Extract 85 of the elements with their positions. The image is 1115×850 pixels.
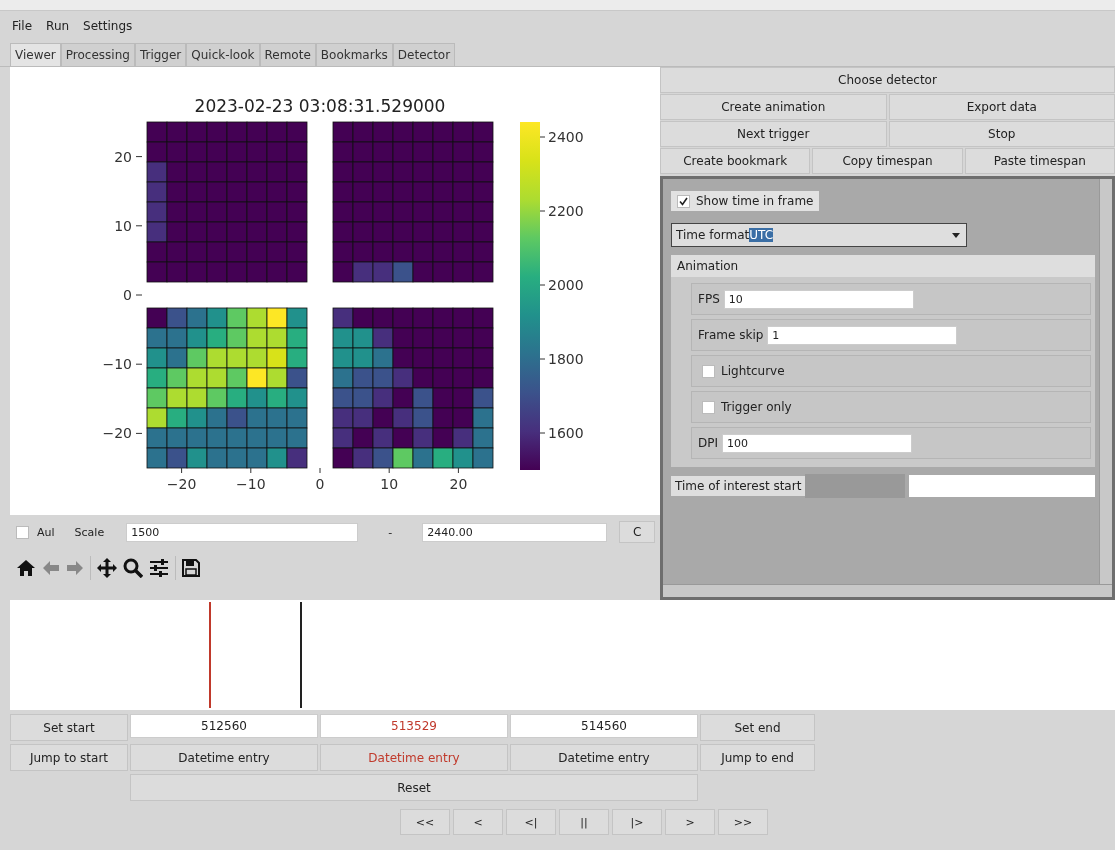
x-tick: −10 [236, 467, 266, 492]
max-field[interactable]: 2440.00 [422, 522, 608, 542]
checkbox-label: Trigger only [721, 400, 792, 414]
menu-item[interactable]: Settings [83, 19, 133, 37]
checkbox[interactable] [677, 194, 690, 208]
colorbar-tick: 1600 [539, 425, 584, 441]
tab[interactable]: Bookmarks [315, 43, 393, 66]
dropdown-caret-icon[interactable] [952, 232, 960, 238]
field-label: DPI [698, 436, 718, 450]
save-icon[interactable] [182, 559, 200, 577]
sliders-icon[interactable] [149, 559, 169, 577]
menu-item[interactable]: File [12, 19, 33, 37]
playback-button[interactable]: >> [718, 809, 768, 835]
action-button[interactable]: Stop [888, 121, 1115, 147]
y-tick: 20 [114, 148, 143, 165]
action-button[interactable]: Choose detector [660, 67, 1115, 93]
tab[interactable]: Viewer [10, 43, 61, 66]
vertical-scrollbar[interactable] [1099, 179, 1112, 584]
action-button[interactable]: Next trigger [660, 121, 887, 147]
checkbox[interactable] [16, 525, 29, 539]
playback-button[interactable]: <| [506, 809, 556, 835]
field-label: Time of interest start [671, 476, 806, 496]
playback-button[interactable]: > [665, 809, 715, 835]
x-tick: −20 [166, 467, 197, 492]
action-button[interactable]: Export data [888, 94, 1115, 120]
jump-to-end-button[interactable]: Jump to end [700, 744, 815, 771]
y-tick: 0 [123, 287, 143, 303]
pan-icon[interactable] [97, 558, 117, 578]
input-field[interactable]: 10 [723, 289, 914, 309]
field-label: FPS [698, 292, 720, 306]
jump-to-start-button[interactable]: Jump to start [10, 744, 128, 771]
frame-field[interactable]: 514560 [510, 714, 698, 738]
x-tick: 10 [380, 467, 399, 492]
x-tick: 0 [315, 467, 325, 492]
time-format-dropdown[interactable]: Time formatUTC [671, 223, 967, 247]
home-icon[interactable] [16, 559, 36, 577]
set-end-button[interactable]: Set end [700, 714, 815, 741]
range-separator: - [388, 525, 393, 539]
y-tick: −20 [102, 425, 143, 442]
checkbox-label: Show time in frame [696, 194, 814, 208]
checkbox[interactable] [702, 400, 715, 414]
min-field[interactable]: 1500 [126, 522, 359, 542]
input-field[interactable] [909, 475, 1095, 497]
tab[interactable]: Trigger [134, 43, 187, 66]
tab[interactable]: Remote [259, 43, 316, 66]
menu-item[interactable]: Run [46, 19, 70, 37]
datetime-button[interactable]: Datetime entry [130, 744, 318, 771]
field-label: Frame skip [698, 328, 764, 342]
action-button[interactable]: Create bookmark [660, 148, 811, 174]
colorbar-tick: 1800 [539, 351, 584, 367]
tab[interactable]: Detector [392, 43, 456, 66]
datetime-button[interactable]: Datetime entry [320, 744, 508, 771]
tab[interactable]: Quick-look [186, 43, 260, 66]
colorbar-tick: 2200 [539, 203, 584, 219]
input-field[interactable]: 1 [767, 325, 958, 345]
horizontal-scrollbar[interactable] [663, 584, 1112, 597]
frame-field[interactable]: 513529 [320, 714, 508, 738]
datetime-button[interactable]: Datetime entry [510, 744, 698, 771]
input-field[interactable]: 100 [722, 433, 912, 453]
checkbox-label: Lightcurve [721, 364, 785, 378]
x-tick: 20 [449, 467, 468, 492]
frame-field[interactable]: 512560 [130, 714, 318, 738]
forward-icon[interactable] [66, 560, 84, 576]
group-title: Animation [671, 255, 1095, 277]
colorbar-tick: 2400 [539, 129, 584, 145]
y-tick: −10 [102, 356, 143, 373]
scale-label: Scale [74, 525, 105, 539]
action-button[interactable]: Create animation [660, 94, 887, 120]
checkbox-label: Aul [37, 525, 55, 539]
back-icon[interactable] [42, 560, 60, 576]
checkbox[interactable] [702, 364, 715, 378]
plot-title: 2023-02-23 03:08:31.529000 [194, 96, 446, 116]
tab[interactable]: Processing [60, 43, 135, 66]
y-tick: 10 [114, 217, 143, 234]
playback-button[interactable]: || [559, 809, 609, 835]
zoom-icon[interactable] [123, 558, 143, 578]
reset-button[interactable]: Reset [130, 774, 698, 801]
c-button[interactable]: C [619, 521, 656, 543]
playback-button[interactable]: << [400, 809, 450, 835]
colorbar-tick: 2000 [539, 277, 584, 293]
action-button[interactable]: Copy timespan [812, 148, 963, 174]
action-button[interactable]: Paste timespan [964, 148, 1115, 174]
playback-button[interactable]: |> [612, 809, 662, 835]
set-start-button[interactable]: Set start [10, 714, 128, 741]
playback-button[interactable]: < [453, 809, 503, 835]
